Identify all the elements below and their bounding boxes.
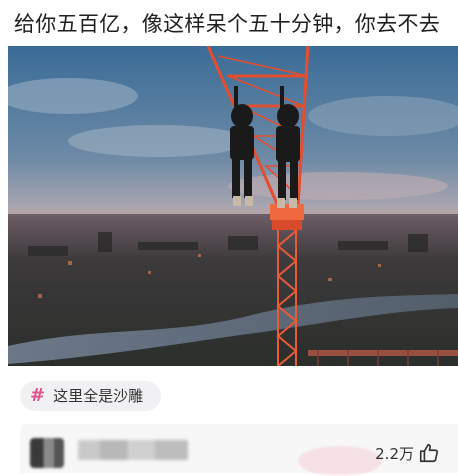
username-blurred[interactable] [78,440,188,460]
thumbs-up-icon[interactable] [418,442,440,464]
post-title: 给你五百亿，像这样呆个五十分钟，你去不去 [14,12,440,36]
topic-tag-chip[interactable]: # 这里全是沙雕 [20,381,162,411]
hashtag-icon: # [30,385,46,406]
like-count: 2.2万 [375,445,414,463]
comment-bar: 2.2万 [20,424,458,476]
watermark-logo [298,446,382,476]
avatar[interactable] [30,438,64,468]
post-photo[interactable] [8,46,458,366]
topic-tag-label: 这里全是沙雕 [53,387,144,405]
